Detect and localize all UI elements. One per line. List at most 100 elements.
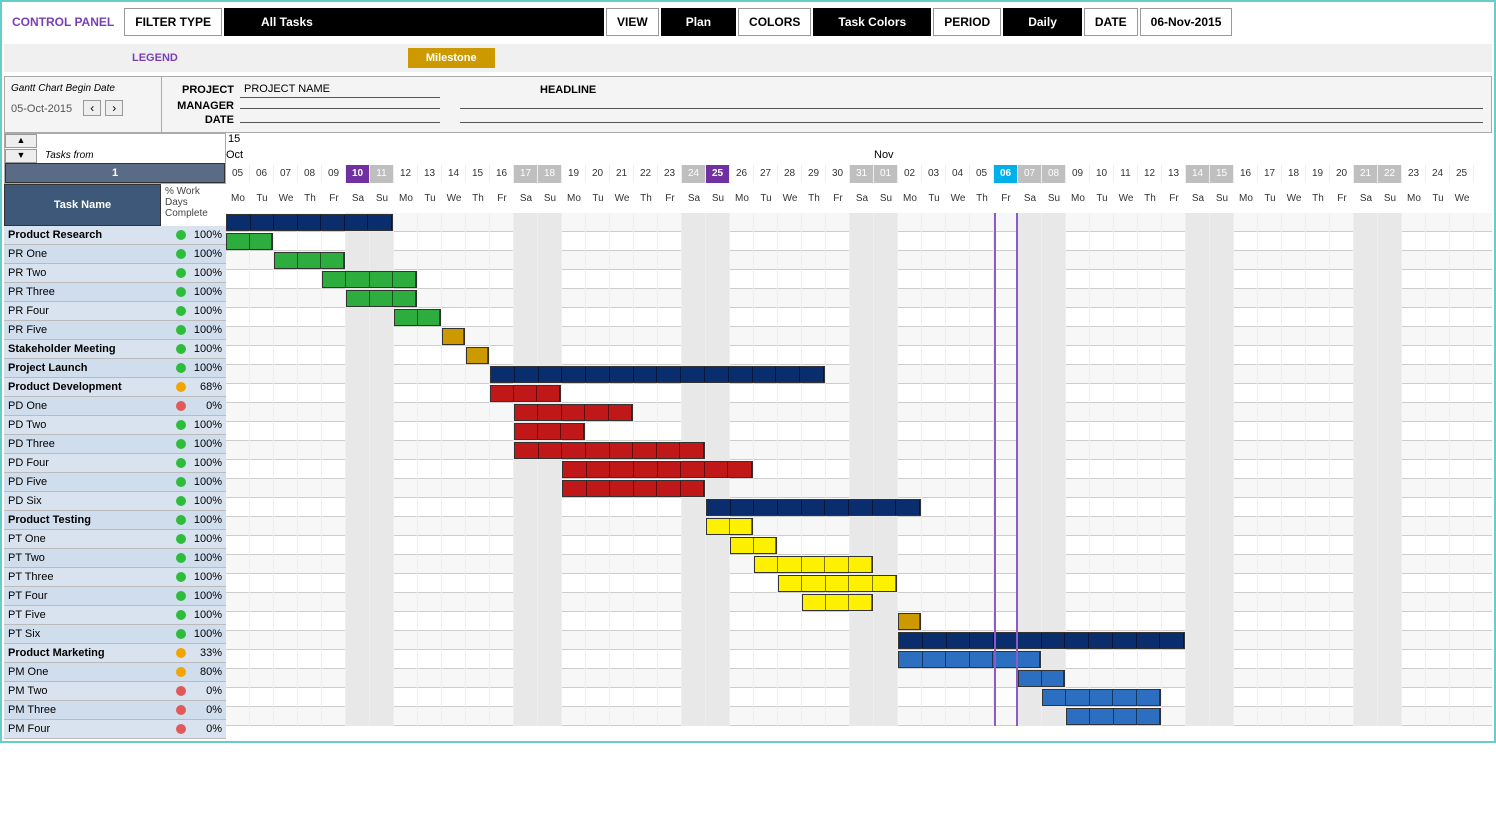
- task-row[interactable]: PR One100%: [4, 245, 226, 264]
- gantt-bar[interactable]: [274, 252, 345, 269]
- gantt-bar[interactable]: [778, 575, 897, 592]
- gantt-bar[interactable]: [514, 404, 633, 421]
- gantt-bar[interactable]: [1042, 689, 1161, 706]
- date-input[interactable]: [240, 118, 440, 123]
- gantt-bar[interactable]: [562, 480, 705, 497]
- task-row[interactable]: PR Five100%: [4, 321, 226, 340]
- prev-date-button[interactable]: ‹: [83, 100, 101, 116]
- task-row[interactable]: Product Testing100%: [4, 511, 226, 530]
- day-cell: 10: [1090, 165, 1114, 183]
- task-row[interactable]: PR Four100%: [4, 302, 226, 321]
- task-row[interactable]: Product Research100%: [4, 226, 226, 245]
- filter-type-dropdown[interactable]: All Tasks: [224, 8, 604, 36]
- task-row[interactable]: PR Two100%: [4, 264, 226, 283]
- gantt-bar[interactable]: [514, 423, 585, 440]
- task-row[interactable]: PT Four100%: [4, 587, 226, 606]
- pct-complete-header: % Work Days Complete: [161, 184, 226, 226]
- task-name-header: Task Name: [4, 184, 161, 226]
- task-row[interactable]: PD Two100%: [4, 416, 226, 435]
- period-dropdown[interactable]: Daily: [1003, 8, 1082, 36]
- gantt-bar[interactable]: [706, 518, 753, 535]
- task-row[interactable]: PM Three0%: [4, 701, 226, 720]
- status-dot: [176, 591, 186, 601]
- day-cell: 16: [1234, 165, 1258, 183]
- dow-cell: We: [274, 193, 298, 204]
- task-row[interactable]: Project Launch100%: [4, 359, 226, 378]
- task-row[interactable]: PT Six100%: [4, 625, 226, 644]
- gantt-row: [226, 213, 1492, 232]
- task-row[interactable]: PD Six100%: [4, 492, 226, 511]
- gantt-bar[interactable]: [346, 290, 417, 307]
- task-row[interactable]: Stakeholder Meeting100%: [4, 340, 226, 359]
- task-row[interactable]: PR Three100%: [4, 283, 226, 302]
- gantt-bar[interactable]: [226, 214, 393, 231]
- gantt-bar[interactable]: [514, 442, 705, 459]
- task-name-label: Product Development: [4, 381, 172, 393]
- pct-complete-value: 0%: [190, 704, 226, 716]
- status-dot: [176, 724, 186, 734]
- dow-cell: Mo: [562, 193, 586, 204]
- gantt-bar[interactable]: [490, 366, 825, 383]
- gantt-bar[interactable]: [730, 537, 777, 554]
- project-name-input[interactable]: PROJECT NAME: [240, 81, 440, 98]
- day-cell: 01: [874, 165, 898, 183]
- task-row[interactable]: PM Four0%: [4, 720, 226, 739]
- gantt-bar[interactable]: [442, 328, 465, 345]
- task-row[interactable]: PM Two0%: [4, 682, 226, 701]
- gantt-bar[interactable]: [898, 651, 1041, 668]
- day-cell: 05: [970, 165, 994, 183]
- gantt-bar[interactable]: [1018, 670, 1065, 687]
- gantt-bar[interactable]: [490, 385, 561, 402]
- gantt-row: [226, 650, 1492, 669]
- start-task-number[interactable]: 1: [5, 163, 225, 183]
- manager-input[interactable]: [240, 104, 440, 109]
- gantt-bar[interactable]: [466, 347, 489, 364]
- next-date-button[interactable]: ›: [105, 100, 123, 116]
- task-row[interactable]: Product Development68%: [4, 378, 226, 397]
- pct-complete-value: 100%: [190, 533, 226, 545]
- gantt-bar[interactable]: [802, 594, 873, 611]
- headline-input[interactable]: [460, 104, 1483, 109]
- headline-input-2[interactable]: [460, 118, 1483, 123]
- status-dot: [176, 515, 186, 525]
- gantt-bar[interactable]: [706, 499, 921, 516]
- task-row[interactable]: PT Three100%: [4, 568, 226, 587]
- sort-down-button[interactable]: ▼: [5, 149, 37, 163]
- task-row[interactable]: PD Four100%: [4, 454, 226, 473]
- status-dot: [176, 268, 186, 278]
- sort-controls: ▲ ▼ Tasks from 1: [4, 133, 226, 184]
- task-row[interactable]: Product Marketing33%: [4, 644, 226, 663]
- task-name-label: PM One: [4, 666, 172, 678]
- gantt-row: [226, 574, 1492, 593]
- task-row[interactable]: PT Five100%: [4, 606, 226, 625]
- task-row[interactable]: PT One100%: [4, 530, 226, 549]
- gantt-bar[interactable]: [898, 632, 1185, 649]
- task-row[interactable]: PM One80%: [4, 663, 226, 682]
- task-row[interactable]: PD One0%: [4, 397, 226, 416]
- view-dropdown[interactable]: Plan: [661, 8, 736, 36]
- dow-cell: Su: [1378, 193, 1402, 204]
- task-row[interactable]: PD Five100%: [4, 473, 226, 492]
- dow-cell: Tu: [1258, 193, 1282, 204]
- gantt-bar[interactable]: [394, 309, 441, 326]
- gantt-bar[interactable]: [754, 556, 873, 573]
- sort-up-button[interactable]: ▲: [5, 134, 37, 148]
- day-cell: 24: [682, 165, 706, 183]
- task-row[interactable]: PT Two100%: [4, 549, 226, 568]
- date-value[interactable]: 06-Nov-2015: [1140, 8, 1233, 36]
- gantt-bar[interactable]: [322, 271, 417, 288]
- gantt-bar[interactable]: [898, 613, 921, 630]
- task-row[interactable]: PD Three100%: [4, 435, 226, 454]
- gantt-bar[interactable]: [226, 233, 273, 250]
- colors-dropdown[interactable]: Task Colors: [813, 8, 931, 36]
- day-cell: 20: [586, 165, 610, 183]
- pct-complete-value: 100%: [190, 628, 226, 640]
- dow-cell: Mo: [226, 193, 250, 204]
- gantt-bar[interactable]: [1066, 708, 1161, 725]
- task-name-label: PM Four: [4, 723, 172, 735]
- task-name-label: PD One: [4, 400, 172, 412]
- pct-complete-value: 100%: [190, 571, 226, 583]
- status-dot: [176, 648, 186, 658]
- gantt-bar[interactable]: [562, 461, 753, 478]
- status-dot: [176, 420, 186, 430]
